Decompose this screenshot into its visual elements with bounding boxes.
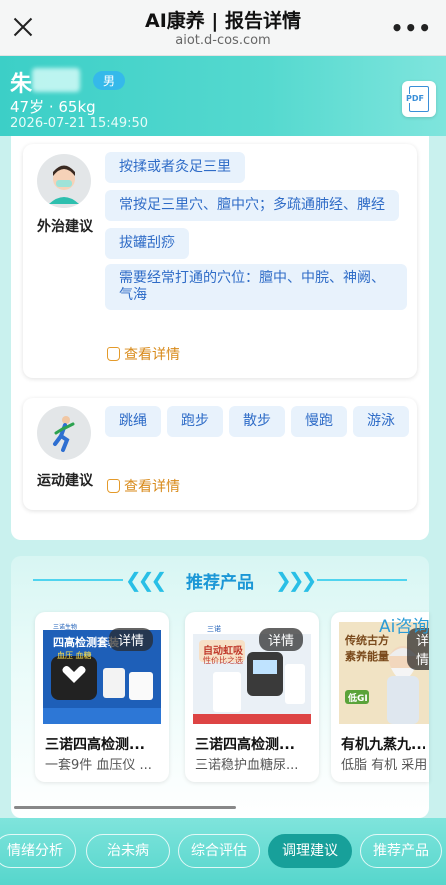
- exercise-label: 运动建议: [37, 473, 93, 489]
- exercise-chip: 慢跑: [291, 406, 347, 437]
- product-card[interactable]: 三诺生物 四高检测套装 血压 血糖 详情 三诺四高检测... 一套9件 血压仪 …: [35, 612, 169, 782]
- report-time: 2026-07-21 15:49:50: [10, 116, 149, 131]
- tab-preventive-care[interactable]: 治未病: [86, 834, 170, 868]
- exercise-chip: 跳绳: [105, 406, 161, 437]
- view-detail-label: 查看详情: [124, 347, 180, 363]
- product-name: 三诺四高检测...: [195, 737, 295, 753]
- product-card[interactable]: 传统古方 素养能量 低GI 详情 有机九蒸九... 低脂 有机 采用...: [331, 612, 429, 782]
- advice-chip: 拔罐刮痧: [105, 228, 189, 259]
- view-detail-link[interactable]: 查看详情: [107, 344, 180, 364]
- divider-right: [317, 579, 407, 581]
- exercise-chip: 游泳: [353, 406, 409, 437]
- user-header: 朱 男 47岁 · 65kg 2026-07-21 15:49:50 PDF: [0, 56, 446, 136]
- external-treatment-card: 外治建议 按揉或者灸足三里 常按足三里穴、膻中穴；多疏通肺经、脾经 拔罐刮痧 需…: [23, 144, 417, 378]
- browser-top-bar: AI康养 | 报告详情 aiot.d-cos.com •••: [0, 0, 446, 56]
- pdf-icon-label: PDF: [405, 94, 425, 103]
- pdf-export-button[interactable]: PDF: [402, 81, 436, 117]
- horizontal-scrollbar[interactable]: [14, 806, 236, 809]
- pointer-hand-icon: [107, 347, 120, 361]
- pointer-hand-icon: [107, 479, 120, 493]
- product-desc: 低脂 有机 采用...: [341, 758, 427, 773]
- exercise-chip: 跑步: [167, 406, 223, 437]
- product-image-sub: 素养能量: [345, 650, 389, 663]
- advice-panel: 外治建议 按揉或者灸足三里 常按足三里穴、膻中穴；多疏通肺经、脾经 拔罐刮痧 需…: [11, 136, 429, 540]
- page-title: AI康养 | 报告详情: [145, 10, 301, 32]
- gender-badge: 男: [93, 71, 126, 90]
- more-options-icon[interactable]: •••: [391, 16, 432, 40]
- advice-chip: 常按足三里穴、膻中穴；多疏通肺经、脾经: [105, 190, 399, 221]
- view-detail-link[interactable]: 查看详情: [107, 476, 180, 496]
- tab-recommended-products[interactable]: 推荐产品: [360, 834, 442, 868]
- tab-emotion-analysis[interactable]: 情绪分析: [0, 834, 76, 868]
- product-detail-button[interactable]: 详情: [259, 628, 304, 651]
- recommended-products-section: ❮❮❮ 推荐产品 ❯❯❯ 三诺生物 四高检测套装 血压 血糖 详情 三诺四高检测…: [11, 556, 429, 818]
- product-image-brand: 三诺: [207, 625, 221, 633]
- doctor-avatar-icon: [37, 154, 91, 208]
- external-treatment-label: 外治建议: [37, 219, 93, 235]
- product-desc: 三诺稳护血糖尿...: [195, 758, 299, 773]
- product-image-sub: 性价比之选: [203, 656, 243, 665]
- product-desc: 一套9件 血压仪 ...: [45, 758, 152, 773]
- advice-chip: 按揉或者灸足三里: [105, 152, 245, 183]
- view-detail-label: 查看详情: [124, 479, 180, 495]
- product-image-brand: 低GI: [348, 694, 368, 704]
- product-detail-button[interactable]: 详情: [109, 628, 154, 651]
- product-card[interactable]: 三诺 自动虹吸 性价比之选 详情 三诺四高检测... 三诺稳护血糖尿...: [185, 612, 319, 782]
- chevron-right-icon: ❯❯❯: [275, 568, 317, 592]
- name-mask: [32, 68, 80, 92]
- product-image-tags: 血压 血糖: [57, 651, 92, 660]
- exercise-chip: 散步: [229, 406, 285, 437]
- exercise-card: 运动建议 跳绳 跑步 散步 慢跑 游泳 查看详情: [23, 398, 417, 510]
- age-weight: 47岁 · 65kg: [10, 98, 96, 116]
- tab-conditioning-advice[interactable]: 调理建议: [268, 834, 352, 868]
- tab-comprehensive-assessment[interactable]: 综合评估: [178, 834, 260, 868]
- page-url: aiot.d-cos.com: [175, 33, 271, 48]
- product-name: 有机九蒸九...: [341, 737, 425, 753]
- advice-chip: 需要经常打通的穴位：膻中、中脘、神阙、气海: [105, 264, 407, 310]
- user-name: 朱: [10, 72, 33, 97]
- product-image-brand: 三诺生物: [53, 624, 78, 631]
- ai-consult-button[interactable]: Ai咨询: [379, 612, 429, 637]
- bottom-tab-bar: 情绪分析 治未病 综合评估 调理建议 推荐产品: [0, 818, 446, 885]
- runner-avatar-icon: [37, 406, 91, 460]
- product-name: 三诺四高检测...: [45, 737, 145, 753]
